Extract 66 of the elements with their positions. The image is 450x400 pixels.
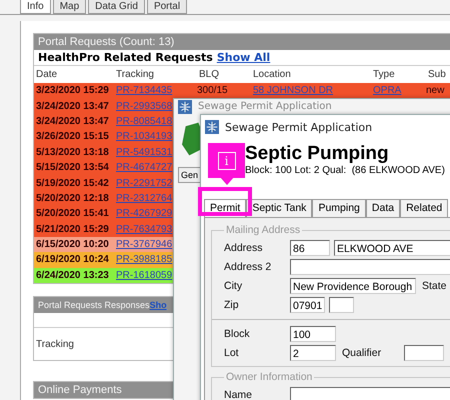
tab[interactable]: Portal [146, 0, 188, 14]
qualifier-field[interactable] [404, 344, 444, 360]
tab[interactable]: Pumping [312, 199, 366, 217]
date-cell-text: 3/26/2020 15:15 [35, 130, 109, 144]
permit-subheading: Block: 100 Lot: 2 Qual: (86 ELKWOOD AVE) [245, 165, 446, 176]
panel-header: Portal Requests Responses [38, 299, 150, 312]
tracking-link[interactable]: PR-3988185 [114, 253, 172, 266]
group-legend: Mailing Address [224, 224, 302, 236]
zip-extension-field[interactable] [329, 296, 354, 312]
tracking-link[interactable]: PR-1618059 [114, 268, 172, 282]
section-title: HealthPro Related Requests [38, 51, 213, 64]
address-number-field[interactable]: 86 [290, 240, 330, 256]
column-header: Tracking [115, 68, 155, 82]
column-header: Location [252, 68, 292, 82]
date-cell-text: 5/15/2020 13:54 [35, 161, 109, 174]
blq-cell: 300/15 [197, 84, 228, 98]
tab[interactable]: Septic Tank [246, 199, 312, 217]
column-header: Date [35, 68, 58, 82]
date-cell-text: 5/21/2020 15:29 [35, 222, 109, 236]
tracking-link[interactable]: PR-3767946 [114, 238, 172, 252]
field-label: Qualifier [341, 346, 382, 358]
permit-heading: Septic Pumping [245, 143, 390, 165]
tab[interactable]: Info [20, 0, 51, 14]
date-cell-text: 6/15/2020 10:20 [35, 238, 109, 252]
highlight-frame [198, 187, 252, 216]
field-label: Block [224, 328, 251, 340]
logo-icon [182, 121, 202, 157]
column-header: Sub [427, 68, 447, 82]
column-header: Type [372, 68, 396, 82]
name-field[interactable] [290, 386, 450, 400]
field-label: Address [224, 242, 264, 254]
window-title: Sewage Permit Application [225, 120, 372, 134]
field-label: City [224, 280, 244, 292]
date-cell-text: 5/19/2020 15:42 [35, 176, 109, 190]
date-cell-text: 3/24/2020 13:47 [35, 100, 109, 113]
date-cell-text: 6/19/2020 10:24 [35, 253, 109, 266]
tracking-label: Tracking [35, 338, 74, 350]
column-header: BLQ [198, 68, 220, 82]
field-label: Lot [224, 346, 240, 358]
lot-field[interactable]: 2 [290, 344, 336, 360]
date-cell-text: 3/24/2020 13:47 [35, 114, 109, 128]
date-cell-text: 3/23/2020 15:29 [35, 84, 109, 98]
window-title: Sewage Permit Application [198, 101, 332, 112]
panel-header: Portal Requests (Count: 13) [34, 34, 450, 50]
field-label: Name [224, 388, 254, 400]
field-label: Address 2 [224, 260, 272, 272]
tab[interactable]: Gen [178, 167, 202, 183]
address2-field[interactable] [290, 258, 450, 274]
zip-field[interactable]: 07901 [290, 296, 325, 312]
date-cell-text: 5/20/2020 12:18 [35, 192, 109, 205]
group-legend: Owner Information [224, 371, 314, 383]
callout-label: i [218, 152, 236, 170]
show-all-link[interactable]: Show All [216, 51, 270, 64]
tab[interactable]: Data [366, 199, 400, 217]
block-field[interactable]: 100 [290, 326, 336, 342]
date-cell-text: 5/13/2020 13:18 [35, 146, 109, 159]
city-field[interactable]: New Providence Borough [290, 278, 416, 294]
date-cell-text: 5/20/2020 15:41 [35, 207, 109, 220]
tab[interactable]: Data Grid [88, 0, 145, 14]
field-label: State [421, 280, 448, 292]
sub-cell: new [426, 84, 444, 98]
tab[interactable]: Related [400, 199, 448, 217]
date-cell-text: 6/24/2020 13:23 [35, 268, 109, 282]
street-field[interactable]: ELKWOOD AVE [334, 240, 450, 256]
tab[interactable]: Map [52, 0, 86, 14]
field-label: Zip [224, 298, 240, 310]
